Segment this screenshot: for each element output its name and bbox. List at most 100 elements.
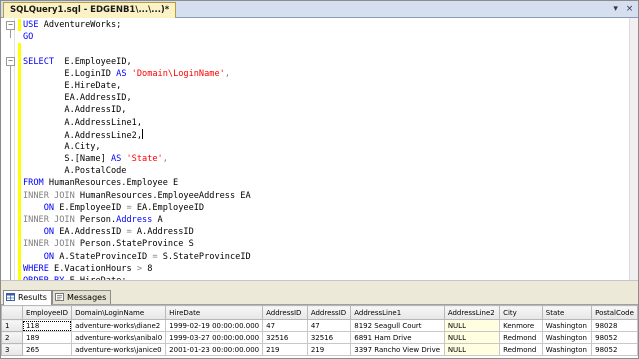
code-token: A.AddressID bbox=[136, 227, 194, 238]
column-header[interactable]: AddressLine2 bbox=[443, 305, 501, 320]
code-line[interactable]: A.AddressLine2, bbox=[23, 128, 251, 141]
code-line[interactable]: INNER JOIN Person.StateProvince S bbox=[23, 238, 251, 250]
code-token: S.StateProvinceID bbox=[162, 251, 251, 262]
table-cell[interactable]: 118 bbox=[21, 319, 73, 332]
messages-icon bbox=[55, 293, 64, 301]
table-cell[interactable]: adventure-works\anibal0 bbox=[71, 331, 167, 344]
column-header[interactable]: AddressID bbox=[306, 305, 352, 320]
results-grid[interactable]: EmployeeID Domain\LoginName HireDate Add… bbox=[1, 305, 638, 358]
code-line[interactable]: E.HireDate, bbox=[23, 80, 251, 92]
code-token: E.VacationHours bbox=[54, 263, 137, 274]
row-number[interactable]: 2 bbox=[1, 331, 23, 344]
table-cell[interactable]: 47 bbox=[306, 319, 352, 332]
column-header[interactable]: State bbox=[541, 305, 593, 320]
grid-corner[interactable] bbox=[1, 305, 23, 320]
sql-code[interactable]: USE AdventureWorks; GO SELECT E.EmployeeID… bbox=[23, 19, 251, 299]
column-header[interactable]: AddressLine1 bbox=[350, 305, 445, 320]
table-cell[interactable]: 219 bbox=[262, 343, 308, 356]
code-token: AdventureWorks; bbox=[43, 20, 122, 30]
code-line[interactable]: A.City, bbox=[23, 141, 251, 153]
code-token: EA.AddressID bbox=[59, 227, 127, 238]
table-cell[interactable]: NULL bbox=[443, 319, 501, 332]
table-cell[interactable]: 189 bbox=[21, 331, 73, 344]
code-token: EA.AddressID, bbox=[23, 93, 132, 104]
table-cell[interactable]: 6891 Ham Drive bbox=[350, 331, 445, 344]
change-marker bbox=[18, 43, 21, 55]
table-row[interactable]: 1 118 adventure-works\diane2 1999-02-19 … bbox=[1, 319, 638, 332]
code-token: ON bbox=[23, 251, 60, 262]
results-tab-strip: Results Messages bbox=[1, 289, 638, 305]
table-cell[interactable]: 98052 bbox=[591, 343, 638, 356]
code-token: SELECT bbox=[23, 56, 65, 67]
sql-editor[interactable]: − − USE AdventureWorks; GO SELECT E.Employ… bbox=[1, 18, 638, 299]
code-line[interactable]: E.LoginID AS 'Domain\LoginName', bbox=[23, 68, 251, 80]
code-line[interactable]: ON EA.AddressID = A.AddressID bbox=[23, 226, 251, 238]
table-cell[interactable]: adventure-works\diane2 bbox=[71, 319, 167, 332]
table-cell[interactable]: Washington bbox=[541, 343, 593, 356]
tab-messages[interactable]: Messages bbox=[52, 290, 112, 304]
table-cell[interactable]: 265 bbox=[21, 343, 73, 356]
table-cell[interactable]: NULL bbox=[443, 331, 501, 344]
table-cell[interactable]: NULL bbox=[443, 343, 501, 356]
table-row[interactable]: 3 265 adventure-works\janice0 2001-01-23… bbox=[1, 343, 638, 356]
table-cell[interactable]: adventure-works\janice0 bbox=[71, 343, 167, 356]
code-line[interactable]: USE AdventureWorks; bbox=[23, 19, 251, 31]
table-row[interactable]: 2 189 adventure-works\anibal0 1999-03-27… bbox=[1, 331, 638, 344]
table-cell[interactable]: 2001-01-23 00:00:00.000 bbox=[165, 343, 264, 356]
table-cell[interactable]: Kenmore bbox=[499, 319, 543, 332]
code-line[interactable]: A.AddressLine1, bbox=[23, 117, 251, 129]
tab-list-dropdown-icon[interactable]: ▾ bbox=[610, 3, 621, 15]
table-cell[interactable]: 98052 bbox=[591, 331, 638, 344]
code-line[interactable]: INNER JOIN Person.Address A bbox=[23, 214, 251, 226]
code-line[interactable]: ON A.StateProvinceID = S.StateProvinceID bbox=[23, 251, 251, 263]
column-header[interactable]: AddressID bbox=[262, 305, 308, 320]
code-line[interactable]: A.PostalCode bbox=[23, 165, 251, 177]
column-header[interactable]: PostalCode bbox=[591, 305, 638, 320]
close-tab-icon[interactable]: × bbox=[624, 3, 635, 15]
table-cell[interactable]: 32516 bbox=[262, 331, 308, 344]
table-cell[interactable]: Washington bbox=[541, 319, 593, 332]
table-cell[interactable]: 219 bbox=[306, 343, 352, 356]
code-line[interactable]: EA.AddressID, bbox=[23, 92, 251, 104]
code-token: GO bbox=[23, 32, 34, 43]
column-header[interactable]: Domain\LoginName bbox=[71, 305, 167, 320]
table-cell[interactable]: Redmond bbox=[499, 343, 543, 356]
table-cell[interactable]: 98028 bbox=[591, 319, 638, 332]
table-cell[interactable]: Redmond bbox=[499, 331, 543, 344]
code-token: EA.EmployeeID bbox=[136, 202, 205, 213]
code-line[interactable]: INNER JOIN HumanResources.EmployeeAddres… bbox=[23, 190, 251, 202]
code-token: FROM bbox=[23, 178, 49, 189]
code-token: 8 bbox=[147, 263, 153, 274]
table-cell[interactable]: 47 bbox=[262, 319, 308, 332]
code-line[interactable] bbox=[23, 43, 251, 55]
code-line[interactable]: SELECT E.EmployeeID, bbox=[23, 56, 251, 68]
table-cell[interactable]: 3397 Rancho View Drive bbox=[350, 343, 445, 356]
document-tab-sqlquery1[interactable]: SQLQuery1.sql - EDGENB1\...\...)* bbox=[3, 2, 177, 18]
table-cell[interactable]: Washington bbox=[541, 331, 593, 344]
code-token: S.[Name] bbox=[23, 154, 111, 165]
code-line[interactable]: S.[Name] AS 'State', bbox=[23, 153, 251, 165]
row-number[interactable]: 3 bbox=[1, 343, 23, 356]
code-token: A.City, bbox=[23, 141, 101, 152]
editor-vertical-scrollbar[interactable] bbox=[629, 18, 638, 280]
outline-line bbox=[10, 30, 11, 38]
column-header[interactable]: City bbox=[499, 305, 543, 320]
row-number[interactable]: 1 bbox=[1, 319, 23, 332]
code-line[interactable]: GO bbox=[23, 31, 251, 43]
tab-results-label: Results bbox=[18, 293, 47, 302]
table-cell[interactable]: 8192 Seagull Court bbox=[350, 319, 445, 332]
collapse-icon[interactable]: − bbox=[6, 57, 15, 66]
code-line[interactable]: A.AddressID, bbox=[23, 104, 251, 116]
code-line[interactable]: FROM HumanResources.Employee E bbox=[23, 177, 251, 189]
column-header[interactable]: HireDate bbox=[165, 305, 264, 320]
code-token: HumanResources.EmployeeAddress EA bbox=[79, 190, 251, 201]
code-token: 'Domain\LoginName' bbox=[131, 68, 225, 79]
table-cell[interactable]: 1999-03-27 00:00:00.000 bbox=[165, 331, 264, 344]
column-header[interactable]: EmployeeID bbox=[21, 305, 73, 320]
table-cell[interactable]: 1999-02-19 00:00:00.000 bbox=[165, 319, 264, 332]
tab-results[interactable]: Results bbox=[3, 290, 52, 305]
code-line[interactable]: ON E.EmployeeID = EA.EmployeeID bbox=[23, 202, 251, 214]
code-line[interactable]: WHERE E.VacationHours > 8 bbox=[23, 263, 251, 275]
collapse-icon[interactable]: − bbox=[6, 21, 15, 30]
table-cell[interactable]: 32516 bbox=[306, 331, 352, 344]
